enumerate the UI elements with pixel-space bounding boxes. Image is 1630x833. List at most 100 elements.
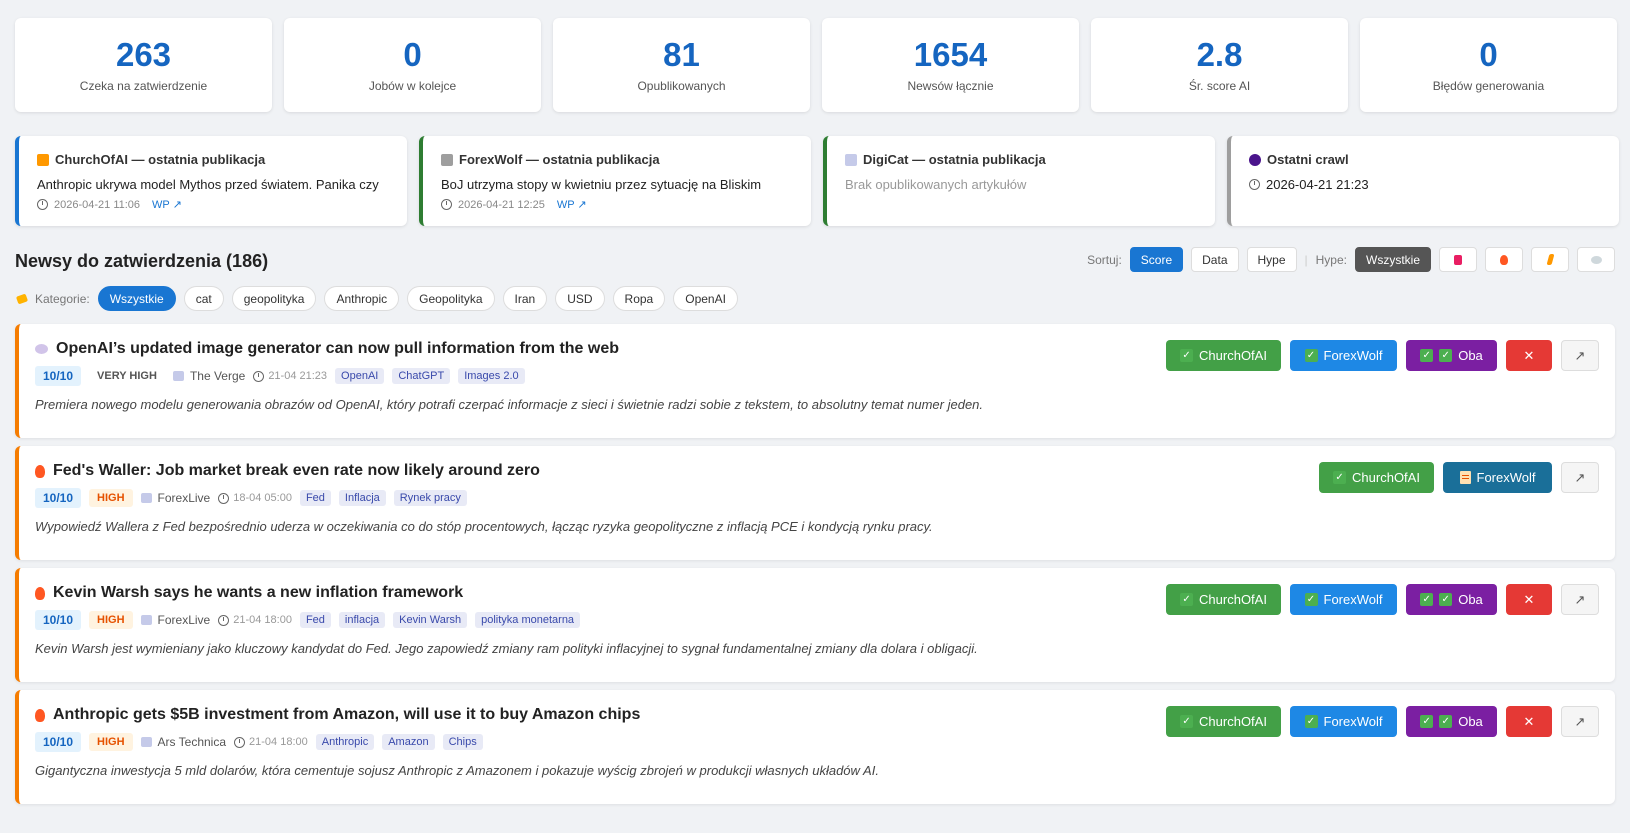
view-forexwolf-draft-button[interactable]: ForexWolf — [1443, 462, 1552, 493]
clock-icon — [218, 492, 230, 504]
stat-label: Newsów łącznie — [907, 79, 994, 93]
stat-value: 1654 — [913, 36, 988, 73]
category-chip[interactable]: geopolityka — [231, 286, 317, 311]
news-date: 18-04 05:00 — [233, 492, 292, 504]
stat-card-score: 2.8 Śr. score AI — [1091, 18, 1348, 112]
approve-churchofai-button[interactable]: ✓ ChurchOfAI — [1166, 340, 1281, 371]
speech-bubble-icon — [1590, 255, 1602, 264]
reject-button[interactable]: ✕ — [1506, 584, 1552, 615]
clock-icon — [441, 199, 452, 210]
open-link-button[interactable]: ↗ — [1561, 462, 1599, 493]
wp-link[interactable]: WP ↗ — [557, 198, 587, 211]
check-icon: ✓ — [1420, 593, 1434, 606]
news-tag: Kevin Warsh — [393, 612, 468, 628]
check-icon: ✓ — [1333, 471, 1347, 484]
reject-button[interactable]: ✕ — [1506, 706, 1552, 737]
news-actions: ✓ ChurchOfAI ✓ ForexWolf ✓ ✓ Oba ✕ ↗ — [1166, 584, 1599, 615]
news-tag: Images 2.0 — [458, 368, 525, 384]
reject-button[interactable]: ✕ — [1506, 340, 1552, 371]
category-filter: Kategorie: Wszystkie cat geopolityka Ant… — [15, 286, 738, 311]
wp-link[interactable]: WP ↗ — [152, 198, 182, 211]
check-icon: ✓ — [1180, 349, 1194, 362]
news-source: ForexLive — [157, 613, 211, 627]
news-tag: Fed — [299, 612, 331, 628]
news-tag: ChatGPT — [392, 368, 451, 384]
pub-text[interactable]: Anthropic ukrywa model Mythos przed świa… — [37, 177, 389, 192]
newspaper-icon — [172, 371, 184, 381]
news-date: 21-04 18:00 — [249, 736, 308, 748]
category-chip[interactable]: Iran — [502, 286, 548, 311]
news-description: Wypowiedź Wallera z Fed bezpośrednio ude… — [35, 519, 933, 534]
stat-card-published: 81 Opublikowanych — [553, 18, 810, 112]
approve-churchofai-button[interactable]: ✓ ChurchOfAI — [1166, 584, 1281, 615]
news-source: The Verge — [189, 369, 246, 383]
approve-forexwolf-button[interactable]: ✓ ForexWolf — [1290, 584, 1397, 615]
stat-card-total: 1654 Newsów łącznie — [822, 18, 1079, 112]
news-tag: Fed — [299, 490, 331, 506]
check-icon: ✓ — [1304, 593, 1318, 606]
category-chip[interactable]: Geopolityka — [407, 286, 495, 311]
category-chip[interactable]: USD — [555, 286, 605, 311]
stat-card-queue: 0 Jobów w kolejce — [284, 18, 541, 112]
publication-cards: ChurchOfAI — ostatnia publikacja Anthrop… — [15, 136, 1619, 226]
category-chip[interactable]: Anthropic — [324, 286, 400, 311]
pub-text[interactable]: BoJ utrzyma stopy w kwietniu przez sytua… — [441, 177, 793, 192]
open-link-button[interactable]: ↗ — [1561, 584, 1599, 615]
news-title[interactable]: Anthropic gets $5B investment from Amazo… — [53, 706, 640, 724]
pub-title: DigiCat — ostatnia publikacja — [863, 152, 1046, 167]
news-description: Premiera nowego modelu generowania obraz… — [35, 397, 984, 412]
news-title[interactable]: OpenAI’s updated image generator can now… — [56, 340, 619, 358]
news-tag: polityka monetarna — [475, 612, 581, 628]
category-chip-all[interactable]: Wszystkie — [97, 286, 176, 311]
hype-all-button[interactable]: Wszystkie — [1355, 247, 1431, 272]
sort-score-button[interactable]: Score — [1129, 247, 1184, 272]
news-card: OpenAI’s updated image generator can now… — [15, 324, 1615, 438]
tag-icon — [15, 293, 29, 304]
pub-title: ForexWolf — ostatnia publikacja — [459, 152, 660, 167]
hype-badge: HIGH — [89, 489, 133, 507]
score-badge: 10/10 — [35, 488, 82, 508]
score-badge: 10/10 — [35, 732, 82, 752]
approve-both-button[interactable]: ✓ ✓ Oba — [1406, 584, 1497, 615]
approve-forexwolf-button[interactable]: ✓ ForexWolf — [1290, 706, 1397, 737]
hype-fire-button[interactable] — [1485, 247, 1523, 272]
open-link-button[interactable]: ↗ — [1561, 340, 1599, 371]
stat-label: Opublikowanych — [637, 79, 726, 93]
sort-bar: Sortuj: Score Data Hype | Hype: Wszystki… — [1087, 247, 1615, 272]
fire-icon — [1500, 254, 1508, 265]
approve-churchofai-button[interactable]: ✓ ChurchOfAI — [1166, 706, 1281, 737]
hype-lightning-button[interactable] — [1531, 247, 1569, 272]
section-title: Newsy do zatwierdzenia (186) — [15, 251, 269, 271]
category-chip[interactable]: Ropa — [612, 286, 666, 311]
pub-card-forexwolf: ForexWolf — ostatnia publikacja BoJ utrz… — [419, 136, 811, 226]
crawl-date: 2026-04-21 21:23 — [1266, 177, 1369, 192]
news-tag: Amazon — [382, 734, 435, 750]
speech-bubble-icon — [35, 344, 48, 354]
check-icon: ✓ — [1439, 349, 1453, 362]
pub-card-digicat: DigiCat — ostatnia publikacja Brak opubl… — [823, 136, 1215, 226]
stat-label: Jobów w kolejce — [368, 79, 457, 93]
stat-value: 0 — [403, 36, 422, 73]
news-tag: Rynek pracy — [393, 490, 467, 506]
news-title[interactable]: Kevin Warsh says he wants a new inflatio… — [53, 584, 463, 602]
news-description: Kevin Warsh jest wymieniany jako kluczow… — [35, 641, 978, 656]
newspaper-icon — [140, 493, 152, 503]
category-chip[interactable]: cat — [183, 286, 224, 311]
sort-date-button[interactable]: Data — [1191, 247, 1239, 272]
fire-icon — [35, 708, 45, 722]
divider: | — [1304, 252, 1308, 267]
category-chip[interactable]: OpenAI — [673, 286, 738, 311]
hype-badge: VERY HIGH — [97, 370, 157, 382]
approve-both-button[interactable]: ✓ ✓ Oba — [1406, 706, 1497, 737]
check-icon: ✓ — [1420, 715, 1434, 728]
sort-hype-button[interactable]: Hype — [1246, 247, 1297, 272]
approve-both-button[interactable]: ✓ ✓ Oba — [1406, 340, 1497, 371]
hype-rocket-button[interactable] — [1439, 247, 1477, 272]
hype-speech-button[interactable] — [1577, 247, 1615, 272]
approve-forexwolf-button[interactable]: ✓ ForexWolf — [1290, 340, 1397, 371]
open-link-button[interactable]: ↗ — [1561, 706, 1599, 737]
news-title[interactable]: Fed's Waller: Job market break even rate… — [53, 462, 540, 480]
approve-churchofai-button[interactable]: ✓ ChurchOfAI — [1319, 462, 1434, 493]
hype-badge: HIGH — [89, 611, 133, 629]
fire-icon — [35, 464, 45, 478]
